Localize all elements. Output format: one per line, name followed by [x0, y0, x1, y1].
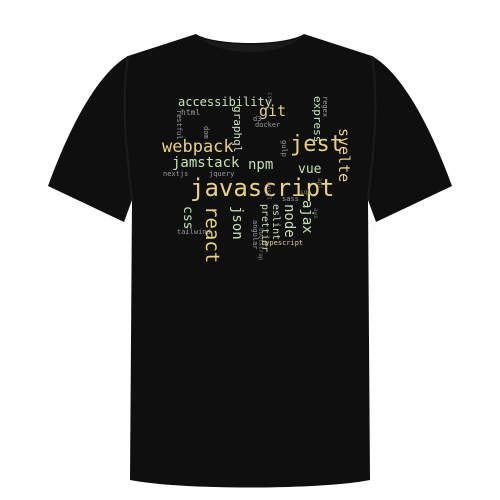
shirt-body [48, 34, 452, 488]
t-shirt [48, 34, 452, 488]
product-image: accessibility html css git graphql d3 do… [0, 0, 500, 500]
